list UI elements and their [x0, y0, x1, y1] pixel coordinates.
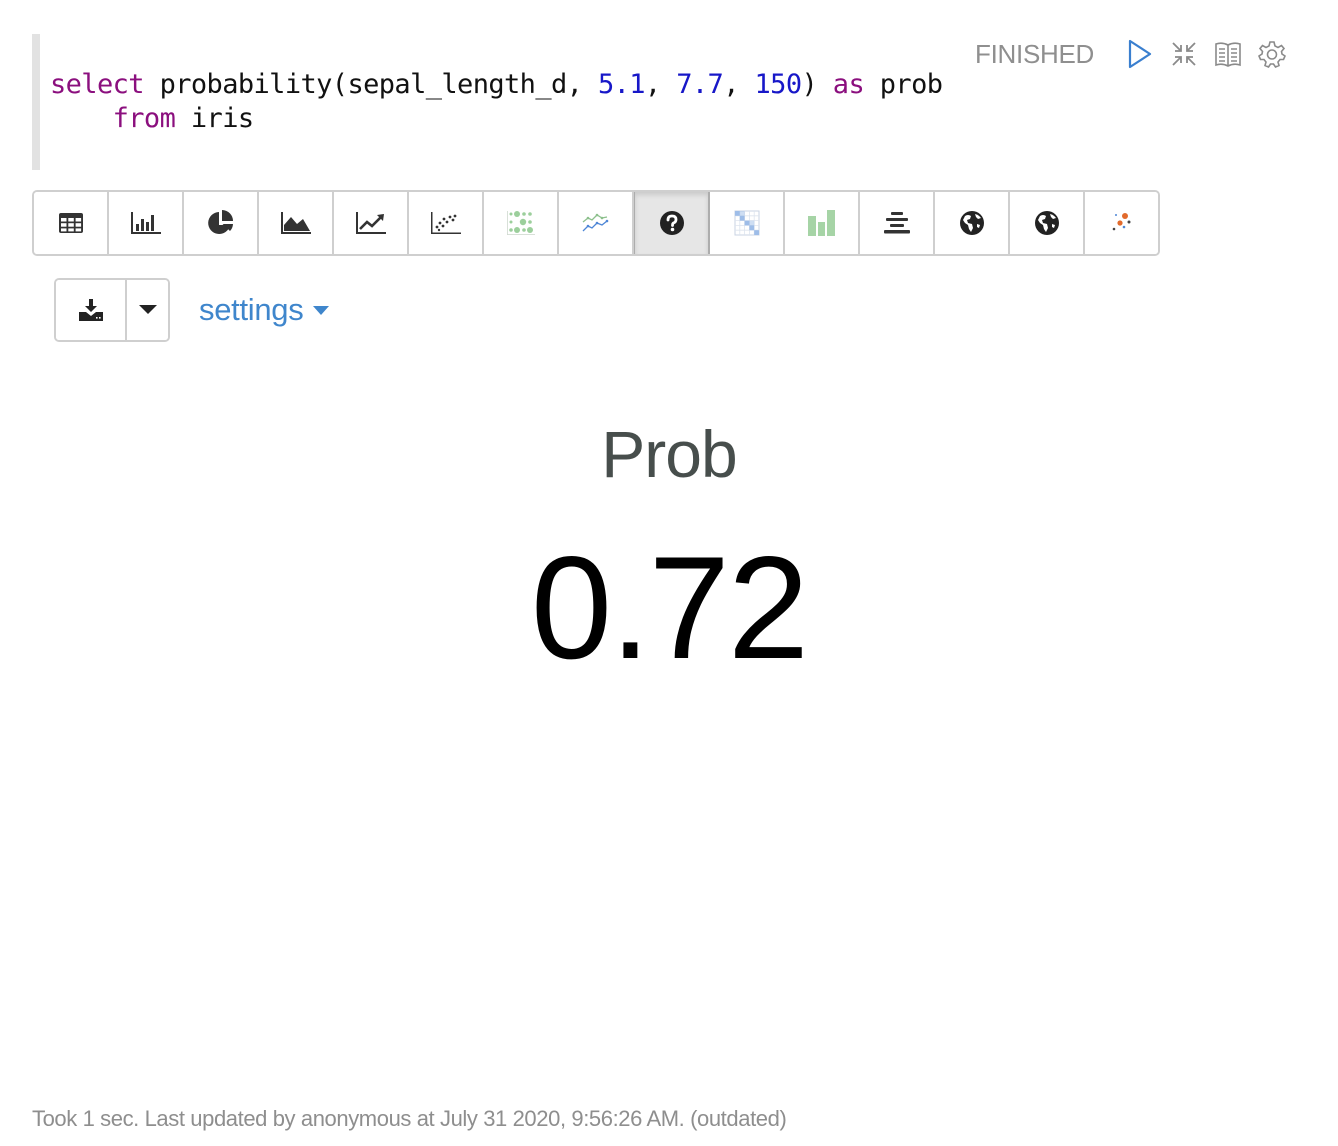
code-number: 7.7 — [676, 69, 724, 100]
result-value: 0.72 — [530, 526, 809, 689]
run-button[interactable] — [1118, 36, 1162, 72]
viz-column-chart-button[interactable] — [785, 192, 860, 254]
result-label: Prob — [601, 417, 737, 491]
globe-icon — [959, 211, 984, 235]
code-separator: , — [644, 69, 677, 100]
bar-chart-icon — [130, 212, 161, 234]
play-icon — [1128, 39, 1152, 69]
status-label: FINISHED — [975, 38, 1094, 69]
code-function: probability(sepal_length_d, — [143, 69, 598, 100]
code-table: iris — [175, 103, 254, 134]
heatmap-icon — [734, 210, 759, 236]
keyword-as: as — [832, 69, 865, 100]
caret-down-icon — [138, 305, 157, 314]
caret-down-icon — [313, 305, 330, 315]
download-button[interactable] — [56, 280, 125, 340]
scatter-chart-icon — [430, 212, 461, 234]
bubble-chart-icon — [506, 211, 535, 235]
viz-multi-line-chart-button[interactable] — [559, 192, 634, 254]
cluster-scatter-icon — [1112, 213, 1130, 231]
book-icon — [1215, 42, 1241, 67]
viz-pie-chart-button[interactable] — [184, 192, 259, 254]
viz-scatter-chart-button[interactable] — [409, 192, 484, 254]
download-options-button[interactable] — [125, 280, 168, 340]
viz-line-chart-button[interactable] — [334, 192, 409, 254]
viz-globe-map-2-button[interactable] — [1010, 192, 1085, 254]
viz-globe-map-button[interactable] — [935, 192, 1010, 254]
question-circle-icon — [659, 211, 684, 235]
viz-bubble-chart-button[interactable] — [484, 192, 559, 254]
compress-icon — [1172, 42, 1196, 66]
code-text[interactable]: select probability(sepal_length_d, 5.1, … — [50, 68, 943, 136]
viz-funnel-chart-button[interactable] — [860, 192, 935, 254]
settings-label: settings — [199, 292, 304, 327]
globe-icon — [1034, 211, 1059, 235]
multi-line-chart-icon — [582, 213, 608, 232]
code-close: ) — [801, 69, 833, 100]
viz-cluster-scatter-button[interactable] — [1085, 192, 1158, 254]
settings-dropdown[interactable]: settings — [199, 292, 330, 328]
visualization-toolbar — [32, 190, 1160, 256]
code-number: 5.1 — [597, 69, 646, 100]
collapse-button[interactable] — [1162, 36, 1206, 72]
code-number: 150 — [754, 69, 803, 100]
line-chart-icon — [355, 212, 386, 234]
keyword-from: from — [112, 103, 176, 134]
paragraph-footer: Took 1 sec. Last updated by anonymous at… — [32, 1106, 787, 1131]
funnel-icon — [883, 212, 910, 234]
code-alias: prob — [864, 69, 943, 100]
pie-chart-icon — [207, 210, 233, 234]
paragraph-settings-button[interactable] — [1250, 36, 1294, 72]
download-button-group — [54, 278, 170, 342]
viz-unknown-button[interactable] — [634, 192, 710, 254]
book-button[interactable] — [1206, 36, 1250, 72]
viz-heatmap-button[interactable] — [710, 192, 785, 254]
table-icon — [58, 213, 83, 233]
viz-area-chart-button[interactable] — [259, 192, 334, 254]
code-separator: , — [723, 69, 755, 100]
area-chart-icon — [280, 212, 311, 234]
viz-bar-chart-button[interactable] — [109, 192, 184, 254]
gear-icon — [1258, 41, 1286, 68]
viz-table-button[interactable] — [34, 192, 109, 254]
column-chart-icon — [807, 210, 835, 236]
keyword-select: select — [50, 69, 145, 100]
download-icon — [78, 299, 103, 321]
paragraph-controls: FINISHED — [975, 36, 1294, 72]
